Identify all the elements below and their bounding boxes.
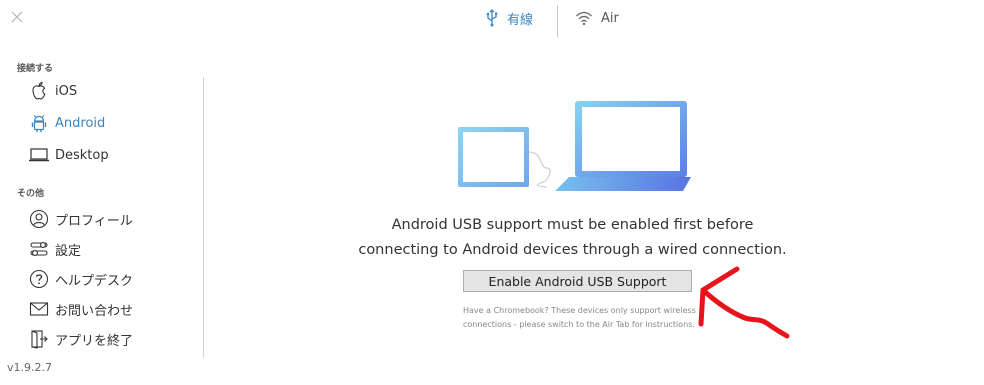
tab-air[interactable]: Air (575, 8, 619, 28)
mail-icon (28, 298, 50, 320)
message-line-2: connecting to Android devices through a … (358, 242, 787, 258)
android-icon (28, 112, 50, 134)
tab-air-label: Air (601, 10, 619, 26)
tab-wired-label: 有線 (507, 12, 534, 28)
version-label: v1.9.2.7 (7, 361, 52, 374)
sidebar-item-android[interactable]: Android (28, 112, 105, 134)
red-arrow-annotation (690, 260, 800, 345)
sidebar-item-ios[interactable]: iOS (28, 80, 77, 102)
sidebar-item-label: 設定 (55, 243, 82, 259)
device-illustration (455, 98, 695, 198)
wifi-icon (575, 10, 593, 26)
hint-line-2: connections - please switch to the Air T… (463, 320, 695, 329)
section-heading-connect: 接続する (17, 64, 54, 74)
enable-android-usb-button[interactable]: Enable Android USB Support (463, 270, 692, 292)
tab-wired[interactable]: 有線 (485, 8, 533, 28)
user-icon (28, 208, 50, 230)
sidebar-divider (203, 77, 204, 358)
sidebar-item-label: Desktop (55, 147, 109, 163)
sidebar-item-label: ヘルプデスク (55, 273, 134, 289)
exit-icon (28, 328, 50, 350)
help-icon (28, 268, 50, 290)
settings-sliders-icon (28, 238, 50, 260)
hint-line-1: Have a Chromebook? These devices only su… (463, 306, 696, 315)
sidebar: 接続する iOS Android Desktop その他 プロフィール 設定 ヘ… (0, 0, 204, 385)
usb-icon (485, 9, 499, 27)
sidebar-item-label: iOS (55, 83, 78, 99)
sidebar-item-label: プロフィール (55, 213, 133, 229)
sidebar-item-settings[interactable]: 設定 (28, 238, 81, 260)
sidebar-item-quit[interactable]: アプリを終了 (28, 328, 133, 350)
tab-divider (557, 5, 558, 37)
sidebar-item-label: Android (55, 115, 106, 131)
sidebar-item-label: アプリを終了 (55, 333, 134, 349)
usb-support-message: Android USB support must be enabled firs… (320, 213, 825, 263)
message-line-1: Android USB support must be enabled firs… (391, 217, 754, 233)
section-heading-other: その他 (17, 189, 45, 199)
laptop-icon (28, 144, 50, 166)
sidebar-item-profile[interactable]: プロフィール (28, 208, 133, 230)
sidebar-item-contact[interactable]: お問い合わせ (28, 298, 133, 320)
chromebook-hint: Have a Chromebook? These devices only su… (463, 304, 703, 332)
sidebar-item-helpdesk[interactable]: ヘルプデスク (28, 268, 133, 290)
sidebar-item-desktop[interactable]: Desktop (28, 144, 109, 166)
sidebar-item-label: お問い合わせ (55, 303, 134, 319)
apple-icon (28, 80, 50, 102)
